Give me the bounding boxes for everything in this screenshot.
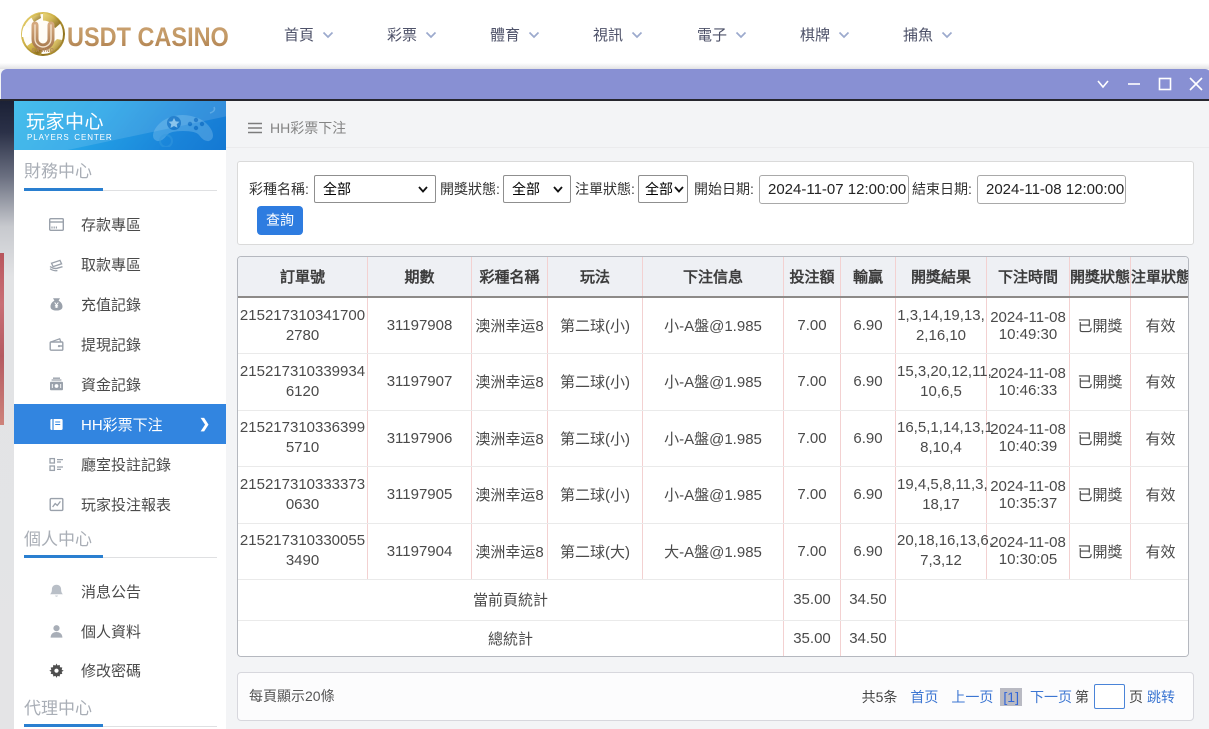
svg-text:CASINO: CASINO [32, 48, 54, 54]
